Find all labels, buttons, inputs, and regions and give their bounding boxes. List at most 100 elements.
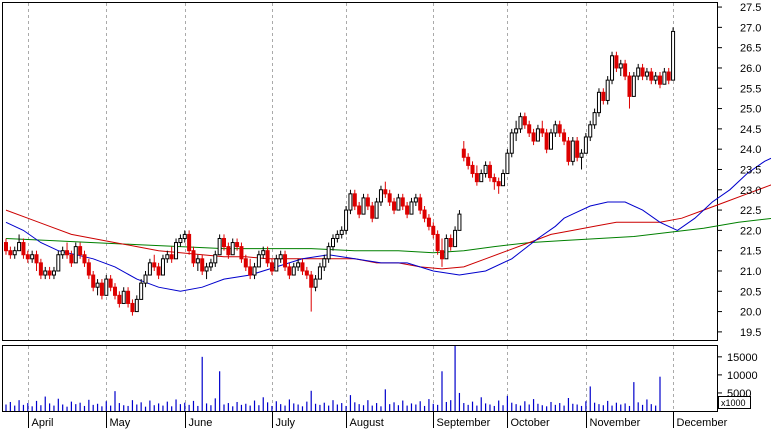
candle-body [618,63,623,69]
price-tick-label: 21.5 [740,246,761,258]
candle-body [352,193,357,207]
candle-body [544,132,549,150]
candle-body [614,55,619,69]
price-tick-label: 26.0 [740,63,761,75]
candle-body [666,71,671,81]
candle-body [422,209,427,219]
candle-body [51,270,56,276]
candle-body [117,294,122,304]
candle-body [474,173,479,183]
volume-tick-label: 15000 [727,352,758,364]
volume-unit-label: x1000 [721,398,746,408]
candle-body [514,128,519,134]
candle-body [278,254,283,260]
candle-body [331,237,335,248]
candle-body [636,67,641,77]
candle-body [461,148,466,158]
candle-body [370,205,375,219]
candle-body [522,116,527,126]
candle-body [147,262,152,276]
candle-body [47,270,52,276]
candle-body [457,213,462,231]
volume-axis: 50001000015000 [717,352,758,400]
candle-body [570,140,575,162]
candle-body [400,197,405,207]
month-label: September [437,417,491,429]
candle-body [43,270,48,276]
candle-body [252,266,257,276]
price-tick-label: 23.5 [740,164,761,176]
candle-body [431,225,436,235]
candle-body [187,233,192,252]
candle-body [174,242,179,260]
price-tick-label: 24.0 [740,144,761,156]
month-label: October [511,417,550,429]
price-tick-label: 19.5 [740,327,761,339]
month-axis: April May June July August September October No… [2,411,728,429]
candle-body [348,193,353,211]
candle-body [631,75,636,97]
price-tick-label: 22.0 [740,225,761,237]
candle-body [470,164,475,175]
candle-body [274,258,279,272]
candle-body [130,302,135,313]
candle-body [409,201,414,215]
price-tick-label: 27.0 [740,22,761,34]
candle-body [596,91,601,114]
candle-body [30,254,35,260]
candle-body [483,164,488,175]
candle-body [509,132,514,154]
candle-body [579,152,584,158]
candle-body [322,258,327,268]
candle-body [592,112,597,126]
month-label: July [276,417,296,429]
candle-body [69,254,74,264]
candle-body [283,254,288,268]
month-label: June [189,417,213,429]
candle-body [383,189,388,195]
volume-tick-label: 10000 [727,370,758,382]
candle-body [156,266,161,276]
price-tick-label: 20.5 [740,286,761,298]
candle-body [344,209,349,231]
candle-body [182,233,187,239]
candle-body [256,254,261,268]
candle-body [113,286,117,296]
month-label: August [350,417,384,429]
candle-body [540,128,545,134]
candle-body [73,246,78,264]
candle-body [361,197,366,215]
candle-body [357,205,362,215]
candle-body [287,266,292,276]
candle-body [60,250,65,256]
candle-body [627,75,632,97]
candle-body [222,237,226,248]
price-tick-label: 25.5 [740,83,761,95]
candle-body [95,282,100,288]
candle-body [309,274,314,288]
candle-body [396,197,401,211]
candle-body [143,274,148,284]
price-tick-label: 22.5 [740,205,761,217]
candle-body [557,124,562,134]
candle-body [575,140,580,158]
candle-body [121,290,126,304]
candle-body [235,242,240,248]
candle-body [335,233,340,239]
candle-body [487,164,492,179]
price-tick-label: 21.0 [740,266,761,278]
candle-body [291,266,296,276]
candle-body [56,254,61,272]
candle-body [160,258,165,276]
candle-body [365,197,370,207]
candle-body [269,262,274,272]
price-tick-label: 23.0 [740,185,761,197]
candle-body [601,91,606,101]
candle-body [479,173,484,183]
candle-body [200,258,205,272]
price-tick-label: 24.5 [740,124,761,136]
candle-body [640,67,645,77]
candle-body [191,250,196,264]
candle-body [387,193,392,203]
candle-body [248,266,253,276]
